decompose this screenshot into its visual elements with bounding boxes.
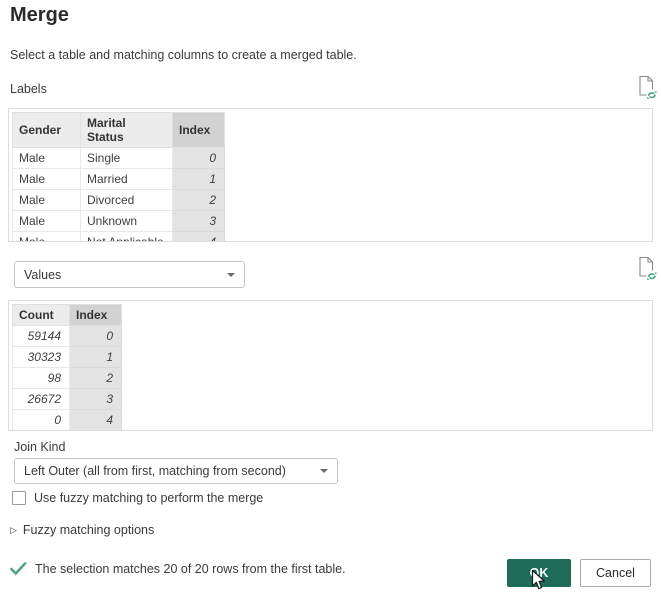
table-row: 982 [13, 368, 122, 389]
table-cell[interactable]: Male [13, 190, 81, 211]
table-cell[interactable]: 2 [173, 190, 225, 211]
second-table-preview: CountIndex59144030323198226672304 [8, 300, 653, 431]
table-row: MaleMarried1 [13, 169, 225, 190]
table-row: 04 [13, 410, 122, 431]
triangle-right-icon: ▷ [10, 524, 17, 536]
table-row: 266723 [13, 389, 122, 410]
join-kind-dropdown[interactable]: Left Outer (all from first, matching fro… [14, 458, 338, 484]
table-cell[interactable]: 2 [70, 368, 122, 389]
match-status: The selection matches 20 of 20 rows from… [10, 562, 346, 576]
chevron-down-icon [227, 273, 235, 277]
table-cell[interactable]: 3 [70, 389, 122, 410]
column-header-count[interactable]: Count [13, 305, 70, 326]
table-row: 591440 [13, 326, 122, 347]
page-title: Merge [10, 4, 69, 27]
table-cell[interactable]: 1 [70, 347, 122, 368]
table-row: MaleSingle0 [13, 148, 225, 169]
table-cell[interactable]: Unknown [81, 211, 173, 232]
table-cell[interactable]: 4 [173, 232, 225, 243]
table-cell[interactable]: Male [13, 148, 81, 169]
table-cell[interactable]: 0 [70, 326, 122, 347]
table-cell[interactable]: 1 [173, 169, 225, 190]
values-table: CountIndex59144030323198226672304 [12, 304, 122, 431]
table-cell[interactable]: 59144 [13, 326, 70, 347]
first-table-preview: GenderMarital StatusIndexMaleSingle0Male… [8, 108, 653, 242]
table-cell[interactable]: Not Applicable [81, 232, 173, 243]
table-cell[interactable]: Male [13, 232, 81, 243]
second-table-dropdown[interactable]: Values [14, 261, 245, 288]
chevron-down-icon [320, 469, 328, 473]
fuzzy-matching-checkbox-label: Use fuzzy matching to perform the merge [34, 491, 263, 505]
table-cell[interactable]: 0 [173, 148, 225, 169]
cancel-button[interactable]: Cancel [580, 559, 651, 587]
table-cell[interactable]: 26672 [13, 389, 70, 410]
ok-button[interactable]: OK [507, 559, 571, 587]
table-cell[interactable]: 0 [13, 410, 70, 431]
checkmark-icon [10, 562, 27, 576]
refresh-preview-icon[interactable] [636, 256, 657, 281]
status-message: The selection matches 20 of 20 rows from… [35, 562, 346, 576]
fuzzy-matching-checkbox-row: Use fuzzy matching to perform the merge [12, 491, 263, 505]
dialog-subtitle: Select a table and matching columns to c… [10, 48, 357, 62]
table-cell[interactable]: 4 [70, 410, 122, 431]
column-header-marital-status[interactable]: Marital Status [81, 113, 173, 148]
fuzzy-matching-checkbox[interactable] [12, 491, 26, 505]
refresh-preview-icon[interactable] [636, 75, 657, 100]
table-row: MaleDivorced2 [13, 190, 225, 211]
column-header-index[interactable]: Index [70, 305, 122, 326]
first-table-label: Labels [10, 82, 47, 96]
column-header-index[interactable]: Index [173, 113, 225, 148]
table-cell[interactable]: Divorced [81, 190, 173, 211]
column-header-gender[interactable]: Gender [13, 113, 81, 148]
table-cell[interactable]: Married [81, 169, 173, 190]
fuzzy-options-expander[interactable]: ▷ Fuzzy matching options [10, 523, 154, 537]
second-table-dropdown-value: Values [24, 268, 61, 282]
table-row: MaleUnknown3 [13, 211, 225, 232]
table-cell[interactable]: Male [13, 169, 81, 190]
table-cell[interactable]: Male [13, 211, 81, 232]
table-cell[interactable]: Single [81, 148, 173, 169]
table-row: 303231 [13, 347, 122, 368]
join-kind-label: Join Kind [14, 440, 65, 454]
labels-table: GenderMarital StatusIndexMaleSingle0Male… [12, 112, 225, 242]
table-cell[interactable]: 3 [173, 211, 225, 232]
table-row: MaleNot Applicable4 [13, 232, 225, 243]
table-cell[interactable]: 98 [13, 368, 70, 389]
merge-dialog: Merge Select a table and matching column… [0, 0, 661, 610]
join-kind-dropdown-value: Left Outer (all from first, matching fro… [24, 464, 286, 478]
fuzzy-options-label: Fuzzy matching options [23, 523, 154, 537]
table-cell[interactable]: 30323 [13, 347, 70, 368]
